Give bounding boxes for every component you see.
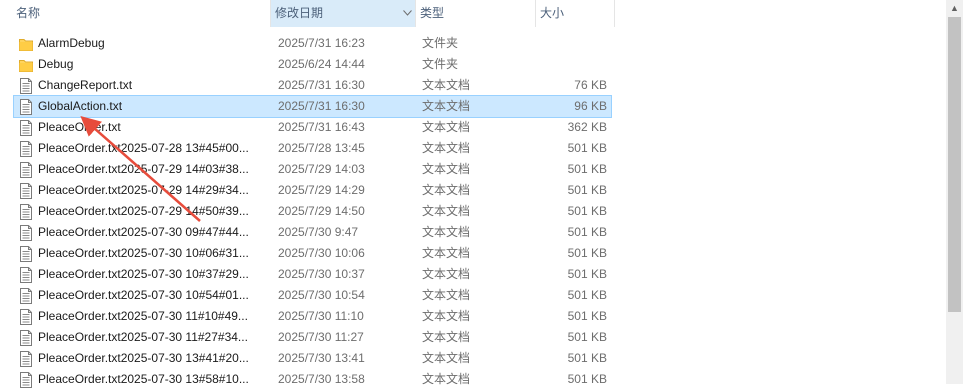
red-arrow-line xyxy=(80,116,201,222)
annotation-arrow xyxy=(80,116,201,222)
